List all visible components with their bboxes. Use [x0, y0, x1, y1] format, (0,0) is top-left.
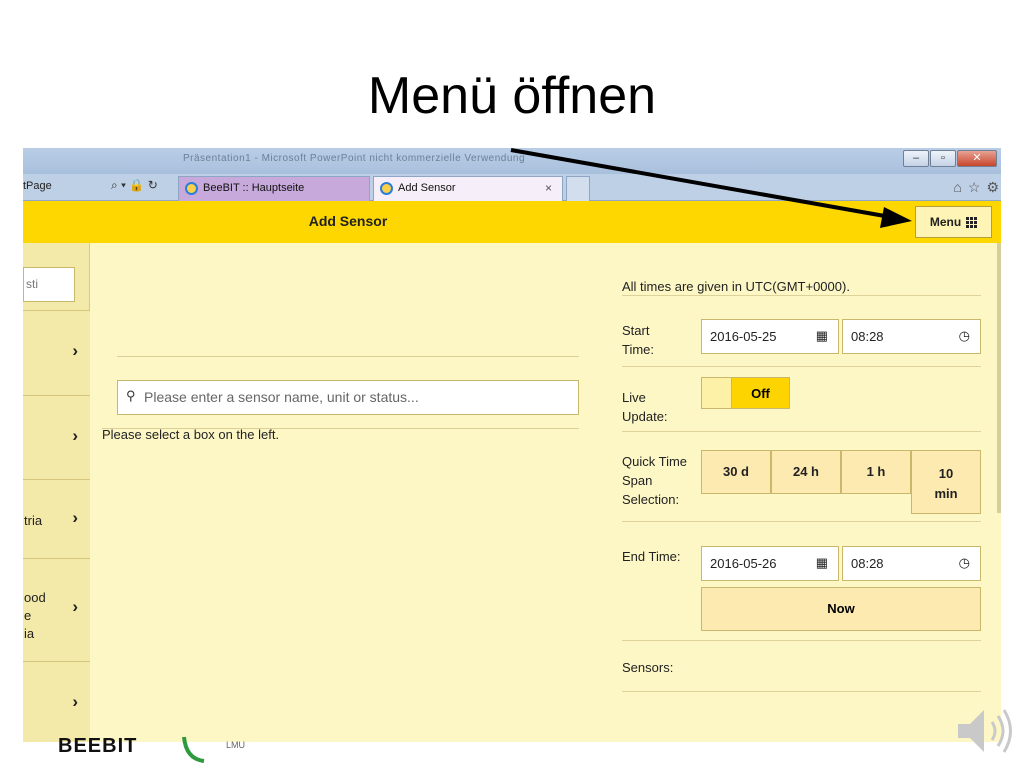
tab-hauptseite[interactable]: BeeBIT :: Hauptseite	[178, 176, 370, 201]
scrollbar[interactable]	[997, 243, 1001, 513]
clock-icon[interactable]: ◷	[959, 328, 970, 344]
ie-icon	[185, 182, 198, 195]
divider	[622, 366, 981, 367]
start-time-value: 08:28	[851, 329, 884, 344]
ie-icon	[380, 182, 393, 195]
divider	[622, 295, 981, 296]
end-time-label: End Time:	[622, 549, 681, 564]
chevron-right-icon: ›	[72, 597, 78, 616]
utc-note: All times are given in UTC(GMT+0000).	[622, 279, 850, 294]
span-10min-button[interactable]: 10 min	[911, 450, 981, 514]
new-tab-button[interactable]	[566, 176, 590, 201]
end-date-field[interactable]: 2016-05-26 ▦	[701, 546, 839, 581]
start-date-value: 2016-05-25	[710, 329, 777, 344]
menu-label: Menu	[929, 215, 962, 229]
span-30d-button[interactable]: 30 d	[701, 450, 771, 494]
quick-span-label: Quick Time Span Selection:	[622, 454, 688, 507]
close-tab-icon[interactable]: ×	[545, 181, 552, 195]
end-time-value: 08:28	[851, 556, 884, 571]
window-title: Präsentation1 - Microsoft PowerPoint nic…	[183, 153, 526, 164]
sidebar-item-label: tria	[24, 513, 43, 528]
menu-button[interactable]: Menu	[915, 206, 992, 238]
search-icon: ⚲	[126, 388, 136, 403]
browser-screenshot: Präsentation1 - Microsoft PowerPoint nic…	[23, 148, 1001, 742]
calendar-icon[interactable]: ▦	[816, 555, 828, 571]
clock-icon[interactable]: ◷	[959, 555, 970, 571]
end-date-value: 2016-05-26	[710, 556, 777, 571]
browser-toolbar-icons: ⌂ ☆ ⚙	[953, 179, 999, 196]
sensors-label: Sensors:	[622, 660, 674, 675]
span-1h-button[interactable]: 1 h	[841, 450, 911, 494]
live-update-label: Live Update:	[622, 390, 668, 424]
window-titlebar: Präsentation1 - Microsoft PowerPoint nic…	[23, 148, 1001, 174]
speaker-icon[interactable]	[954, 700, 1016, 762]
start-date-field[interactable]: 2016-05-25 ▦	[701, 319, 839, 354]
toggle-knob[interactable]	[702, 378, 732, 408]
app-header: Add Sensor Menu	[23, 201, 1001, 243]
sidebar: sti › › tria › ood e ia › ›	[23, 243, 90, 742]
chevron-right-icon: ›	[72, 341, 78, 360]
chevron-right-icon: ›	[72, 692, 78, 711]
home-icon[interactable]: ⌂	[953, 179, 961, 196]
sidebar-item[interactable]: ›	[23, 661, 90, 742]
chevron-right-icon: ›	[72, 426, 78, 445]
beebit-logo: BEEBIT	[58, 735, 138, 757]
window-controls: – ▫ ✕	[903, 150, 997, 167]
sidebar-item[interactable]: tria ›	[23, 479, 90, 558]
sidebar-item[interactable]: ›	[23, 310, 90, 395]
restore-button[interactable]: ▫	[930, 150, 956, 167]
sensor-search-input[interactable]: ⚲ Please enter a sensor name, unit or st…	[117, 380, 579, 415]
sidebar-item[interactable]: ›	[23, 395, 90, 479]
divider	[622, 691, 981, 692]
slide-title: Menü öffnen	[367, 67, 657, 125]
address-tools[interactable]: ⌕ ▾ 🔒 ↻	[111, 178, 158, 193]
browser-tabbar: tPage ⌕ ▾ 🔒 ↻ BeeBIT :: Hauptseite Add S…	[23, 174, 1001, 201]
grid-icon	[966, 216, 978, 228]
divider	[622, 431, 981, 432]
divider	[117, 356, 579, 357]
lmu-label: LMU	[226, 740, 246, 750]
end-time-field[interactable]: 08:28 ◷	[842, 546, 981, 581]
toggle-state: Off	[751, 386, 770, 401]
divider	[622, 640, 981, 641]
chevron-right-icon: ›	[72, 508, 78, 527]
divider	[622, 521, 981, 522]
sidebar-item[interactable]: ood e ia ›	[23, 558, 90, 661]
now-button[interactable]: Now	[701, 587, 981, 631]
star-icon[interactable]: ☆	[968, 179, 981, 196]
gear-icon[interactable]: ⚙	[986, 179, 999, 196]
tab-label: Add Sensor	[398, 182, 456, 194]
calendar-icon[interactable]: ▦	[816, 328, 828, 344]
select-message: Please select a box on the left.	[102, 427, 280, 442]
minimize-button[interactable]: –	[903, 150, 929, 167]
span-24h-button[interactable]: 24 h	[771, 450, 841, 494]
search-placeholder: Please enter a sensor name, unit or stat…	[144, 389, 419, 405]
start-time-field[interactable]: 08:28 ◷	[842, 319, 981, 354]
address-bar[interactable]: tPage	[23, 180, 52, 192]
sidebar-item-label: ood e ia	[24, 590, 46, 641]
live-update-toggle[interactable]: Off	[701, 377, 790, 409]
tab-label: BeeBIT :: Hauptseite	[203, 182, 305, 194]
lmu-logo	[182, 736, 205, 763]
page-title: Add Sensor	[308, 213, 388, 229]
start-time-label: Start Time:	[622, 323, 655, 357]
close-window-button[interactable]: ✕	[957, 150, 997, 167]
tab-add-sensor[interactable]: Add Sensor ×	[373, 176, 563, 201]
sidebar-search-input[interactable]: sti	[23, 267, 75, 302]
